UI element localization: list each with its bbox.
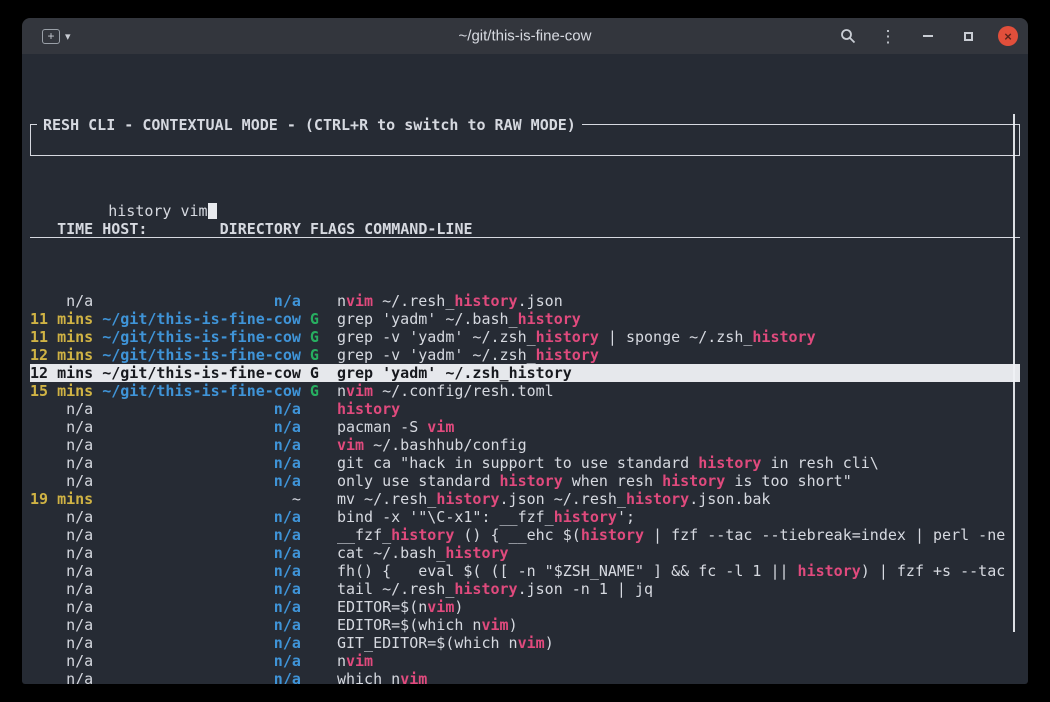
history-row[interactable]: 11 mins~/git/this-is-fine-cowGgrep 'yadm…	[30, 310, 1020, 328]
history-row[interactable]: n/an/aEDITOR=$(which nvim)	[30, 616, 1020, 634]
history-row[interactable]: n/an/aGIT_EDITOR=$(which nvim)	[30, 634, 1020, 652]
terminal-window: + ▾ ~/git/this-is-fine-cow ⋮ ×	[22, 18, 1028, 684]
search-input[interactable]: history vim	[108, 202, 207, 220]
history-row[interactable]: n/an/agit ca "hack in support to use sta…	[30, 454, 1020, 472]
history-row[interactable]: n/an/abind -x '"\C-x1": __fzf_history';	[30, 508, 1020, 526]
titlebar: + ▾ ~/git/this-is-fine-cow ⋮ ×	[22, 18, 1028, 54]
menu-kebab-icon[interactable]: ⋮	[878, 26, 898, 46]
search-box-title: RESH CLI - CONTEXTUAL MODE - (CTRL+R to …	[37, 116, 582, 134]
history-row[interactable]: 15 mins~/git/this-is-fine-cowGnvim ~/.co…	[30, 382, 1020, 400]
history-row[interactable]: 19 mins~mv ~/.resh_history.json ~/.resh_…	[30, 490, 1020, 508]
history-row[interactable]: 12 mins~/git/this-is-fine-cowGgrep -v 'y…	[30, 346, 1020, 364]
window-title: ~/git/this-is-fine-cow	[459, 28, 592, 45]
history-row[interactable]: n/an/aonly use standard history when res…	[30, 472, 1020, 490]
new-tab-icon: +	[42, 29, 60, 44]
history-row[interactable]: 11 mins~/git/this-is-fine-cowGgrep -v 'y…	[30, 328, 1020, 346]
history-row[interactable]: n/an/apacman -S vim	[30, 418, 1020, 436]
text-cursor	[208, 203, 217, 219]
minimize-button[interactable]	[918, 26, 938, 46]
terminal-content: RESH CLI - CONTEXTUAL MODE - (CTRL+R to …	[22, 54, 1028, 684]
history-row[interactable]: n/an/acat ~/.bash_history	[30, 544, 1020, 562]
history-row[interactable]: n/an/afh() { eval $( ([ -n "$ZSH_NAME" ]…	[30, 562, 1020, 580]
history-rows: n/an/anvim ~/.resh_history.json11 mins~/…	[30, 292, 1020, 684]
maximize-button[interactable]	[958, 26, 978, 46]
new-tab-button[interactable]: + ▾	[38, 27, 75, 46]
search-box[interactable]: RESH CLI - CONTEXTUAL MODE - (CTRL+R to …	[30, 124, 1020, 156]
history-row[interactable]: n/an/ahistory	[30, 400, 1020, 418]
history-row[interactable]: n/an/anvim	[30, 652, 1020, 670]
close-icon: ×	[1004, 30, 1012, 43]
history-row[interactable]: n/an/atail ~/.resh_history.json -n 1 | j…	[30, 580, 1020, 598]
history-row[interactable]: 12 mins~/git/this-is-fine-cowGgrep 'yadm…	[30, 364, 1020, 382]
chevron-down-icon[interactable]: ▾	[65, 30, 71, 43]
close-button[interactable]: ×	[998, 26, 1018, 46]
history-row[interactable]: n/an/avim ~/.bashhub/config	[30, 436, 1020, 454]
search-icon[interactable]	[838, 26, 858, 46]
history-row[interactable]: n/an/a__fzf_history () { __ehc $(history…	[30, 526, 1020, 544]
history-row[interactable]: n/an/anvim ~/.resh_history.json	[30, 292, 1020, 310]
scrollbar[interactable]	[1013, 114, 1015, 632]
history-row[interactable]: n/an/aEDITOR=$(nvim)	[30, 598, 1020, 616]
maximize-icon	[964, 32, 973, 41]
history-row[interactable]: n/an/awhich nvim	[30, 670, 1020, 684]
minimize-icon	[923, 35, 933, 37]
